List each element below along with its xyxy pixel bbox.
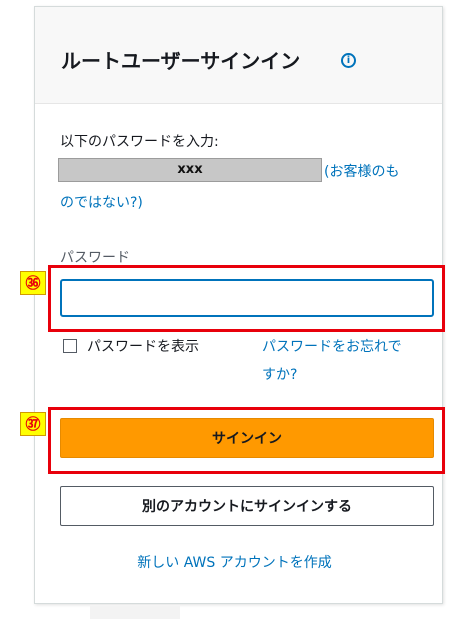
forgot-password-link[interactable]: パスワードをお忘れで bbox=[262, 336, 402, 356]
create-account-link[interactable]: 新しい AWS アカウントを作成 bbox=[0, 552, 469, 572]
masked-email: xxx bbox=[58, 158, 322, 182]
other-account-button[interactable]: 別のアカウントにサインインする bbox=[60, 486, 434, 526]
card-header: ルートユーザーサインイン i bbox=[35, 7, 442, 104]
signin-button[interactable]: サインイン bbox=[60, 418, 434, 458]
show-password-checkbox[interactable] bbox=[63, 339, 77, 353]
info-icon[interactable]: i bbox=[341, 53, 356, 68]
bottom-decoration bbox=[90, 606, 180, 619]
step-badge-36: ㊱ bbox=[20, 271, 46, 295]
page-title: ルートユーザーサインイン bbox=[61, 49, 301, 73]
step-badge-37: ㊲ bbox=[20, 412, 46, 436]
password-label: パスワード bbox=[60, 250, 130, 266]
not-you-link-continued[interactable]: のではない?) bbox=[60, 192, 143, 212]
not-you-link[interactable]: (お客様のも bbox=[324, 161, 399, 181]
show-password-label: パスワードを表示 bbox=[87, 339, 199, 355]
email-label: 以下のパスワードを入力: bbox=[60, 134, 219, 150]
password-input[interactable] bbox=[60, 279, 434, 317]
forgot-password-link-continued[interactable]: すか? bbox=[262, 364, 297, 384]
